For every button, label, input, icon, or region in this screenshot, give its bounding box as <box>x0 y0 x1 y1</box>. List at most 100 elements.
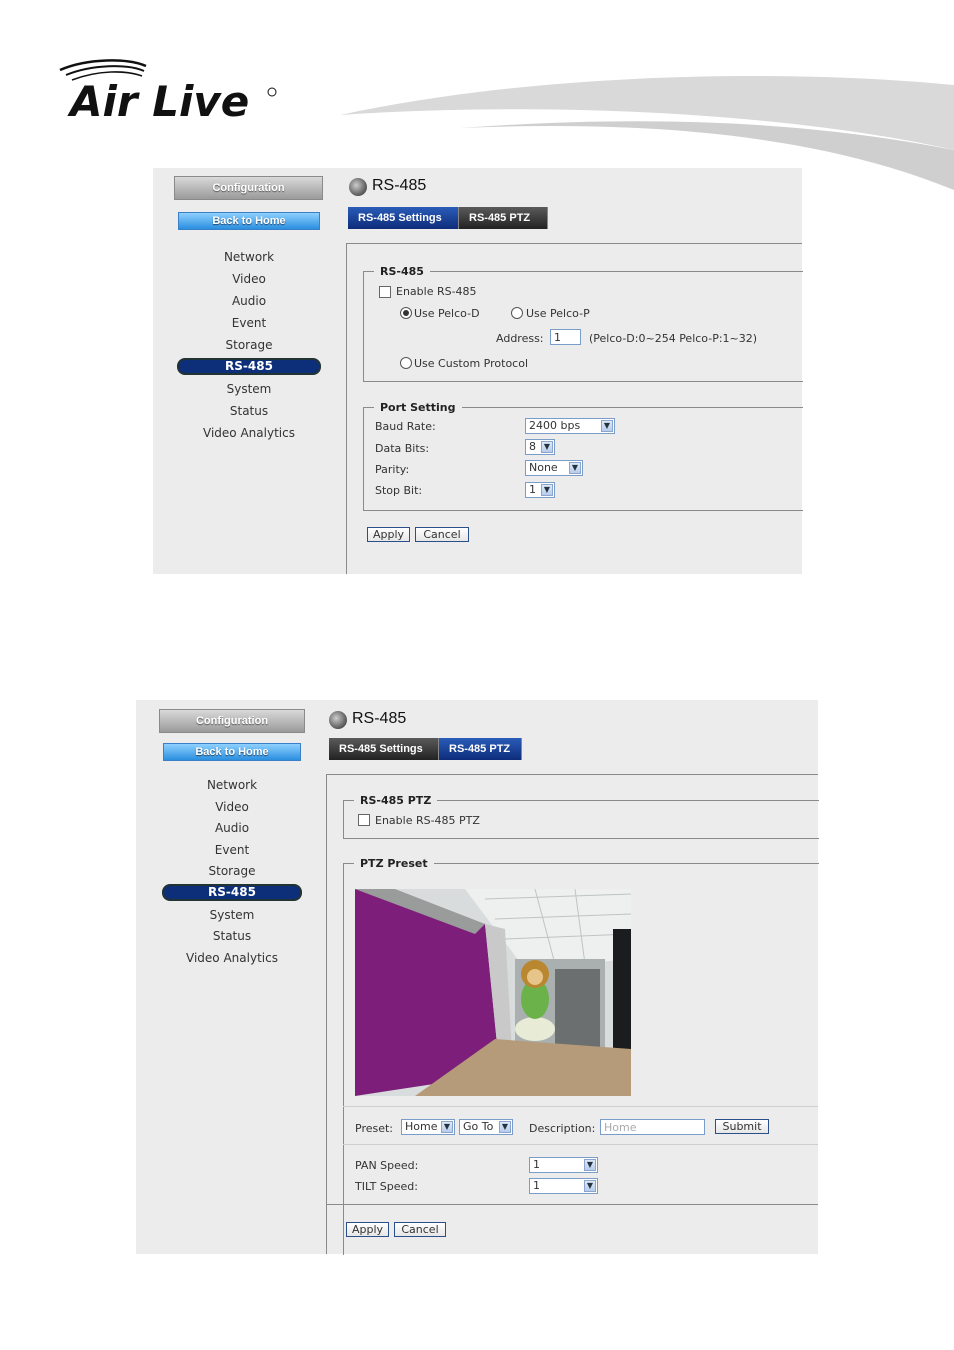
tab-rs485-ptz[interactable]: RS-485 PTZ <box>439 738 522 760</box>
preset-select[interactable]: Home ▼ <box>401 1119 455 1135</box>
apply-button[interactable]: Apply <box>346 1222 389 1237</box>
sidebar-nav: Network Video Audio Event Storage RS-485… <box>177 246 321 444</box>
enable-rs485-checkbox[interactable] <box>379 286 391 298</box>
camera-preview <box>355 889 631 1096</box>
content-top-border <box>346 243 802 244</box>
address-input[interactable]: 1 <box>550 329 581 345</box>
tab-rs485-settings[interactable]: RS-485 Settings <box>329 738 439 760</box>
content-divider <box>326 774 327 1254</box>
stop-bit-select[interactable]: 1 ▼ <box>525 482 555 498</box>
page-title: RS-485 <box>372 177 427 194</box>
sidebar-item-system[interactable]: System <box>162 904 302 926</box>
tilt-speed-value: 1 <box>533 1179 540 1192</box>
chevron-down-icon: ▼ <box>569 462 581 474</box>
tilt-speed-select[interactable]: 1 ▼ <box>529 1178 598 1194</box>
buttons-divider <box>326 1204 818 1205</box>
rs485-ptz-panel: Configuration Back to Home Network Video… <box>136 700 819 1255</box>
address-label: Address: <box>496 332 544 345</box>
camera-icon <box>349 178 367 196</box>
sidebar-item-network[interactable]: Network <box>162 775 302 796</box>
sidebar-item-system[interactable]: System <box>177 378 321 400</box>
tilt-speed-label: TILT Speed: <box>355 1180 418 1193</box>
pelco-p-radio[interactable] <box>511 307 523 319</box>
sidebar-item-video-analytics[interactable]: Video Analytics <box>162 947 302 969</box>
svg-text:Air Live: Air Live <box>67 77 249 126</box>
data-bits-select[interactable]: 8 ▼ <box>525 439 555 455</box>
chevron-down-icon: ▼ <box>541 484 553 496</box>
chevron-down-icon: ▼ <box>601 420 613 432</box>
sidebar-item-network[interactable]: Network <box>177 246 321 268</box>
parity-label: Parity: <box>375 463 410 476</box>
pelco-d-radio[interactable] <box>400 307 412 319</box>
preset-value: Home <box>405 1120 438 1133</box>
back-to-home-button[interactable]: Back to Home <box>178 212 320 230</box>
sidebar-item-rs485[interactable]: RS-485 <box>162 884 302 901</box>
parity-value: None <box>529 461 558 474</box>
stop-bit-label: Stop Bit: <box>375 484 423 497</box>
pelco-p-label: Use Pelco-P <box>526 307 590 320</box>
sidebar-item-audio[interactable]: Audio <box>162 818 302 839</box>
configuration-button[interactable]: Configuration <box>159 709 305 733</box>
baud-rate-value: 2400 bps <box>529 419 581 432</box>
pan-speed-label: PAN Speed: <box>355 1159 419 1172</box>
airlive-logo: Air Live <box>59 59 277 126</box>
chevron-down-icon: ▼ <box>584 1180 596 1192</box>
page-title: RS-485 <box>352 710 407 727</box>
preset-label: Preset: <box>355 1122 394 1135</box>
stop-bit-value: 1 <box>529 483 536 496</box>
custom-protocol-radio[interactable] <box>400 357 412 369</box>
sidebar-item-video[interactable]: Video <box>177 268 321 290</box>
baud-rate-label: Baud Rate: <box>375 420 436 433</box>
speed-divider <box>343 1144 818 1145</box>
back-to-home-button[interactable]: Back to Home <box>163 743 301 761</box>
rs485-ptz-legend: RS-485 PTZ <box>360 794 432 807</box>
chevron-down-icon: ▼ <box>499 1121 511 1133</box>
port-setting-legend: Port Setting <box>380 401 456 414</box>
rs485-legend: RS-485 <box>380 265 424 278</box>
address-hint: (Pelco-D:0~254 Pelco-P:1~32) <box>589 332 758 345</box>
content-divider <box>346 243 347 574</box>
custom-protocol-label: Use Custom Protocol <box>414 357 529 370</box>
sidebar-item-audio[interactable]: Audio <box>177 290 321 312</box>
sidebar-nav: Network Video Audio Event Storage RS-485… <box>162 775 302 969</box>
configuration-button[interactable]: Configuration <box>174 176 323 200</box>
pan-speed-value: 1 <box>533 1158 540 1171</box>
goto-select[interactable]: Go To ▼ <box>459 1119 513 1135</box>
pan-speed-select[interactable]: 1 ▼ <box>529 1157 598 1173</box>
camera-icon <box>329 711 347 729</box>
enable-rs485-label: Enable RS-485 <box>396 285 477 298</box>
cancel-button[interactable]: Cancel <box>394 1222 446 1237</box>
rs485-settings-panel: Configuration Back to Home Network Video… <box>153 168 803 574</box>
goto-value: Go To <box>463 1120 494 1133</box>
sidebar-item-storage[interactable]: Storage <box>177 334 321 356</box>
tab-bar: RS-485 Settings RS-485 PTZ <box>329 738 522 760</box>
preset-divider <box>343 1106 818 1107</box>
baud-rate-select[interactable]: 2400 bps ▼ <box>525 418 615 434</box>
tab-bar: RS-485 Settings RS-485 PTZ <box>348 207 548 229</box>
sidebar-item-video-analytics[interactable]: Video Analytics <box>177 422 321 444</box>
sidebar-item-storage[interactable]: Storage <box>162 861 302 882</box>
chevron-down-icon: ▼ <box>541 441 553 453</box>
sidebar-item-rs485[interactable]: RS-485 <box>177 358 321 375</box>
sidebar-item-event[interactable]: Event <box>162 839 302 861</box>
parity-select[interactable]: None ▼ <box>525 460 583 476</box>
content-top-border <box>326 774 818 775</box>
data-bits-value: 8 <box>529 440 536 453</box>
tab-rs485-settings[interactable]: RS-485 Settings <box>348 207 459 229</box>
cancel-button[interactable]: Cancel <box>415 527 469 542</box>
data-bits-label: Data Bits: <box>375 442 430 455</box>
enable-rs485-ptz-checkbox[interactable] <box>358 814 370 826</box>
submit-button[interactable]: Submit <box>715 1119 769 1134</box>
sidebar-item-video[interactable]: Video <box>162 796 302 818</box>
description-input[interactable]: Home <box>600 1119 705 1135</box>
pelco-d-label: Use Pelco-D <box>414 307 480 320</box>
sidebar-item-event[interactable]: Event <box>177 312 321 334</box>
sidebar-item-status[interactable]: Status <box>177 400 321 422</box>
chevron-down-icon: ▼ <box>584 1159 596 1171</box>
ptz-preset-legend: PTZ Preset <box>360 857 428 870</box>
sidebar-item-status[interactable]: Status <box>162 926 302 947</box>
tab-rs485-ptz[interactable]: RS-485 PTZ <box>459 207 548 229</box>
description-label: Description: <box>529 1122 596 1135</box>
apply-button[interactable]: Apply <box>367 527 410 542</box>
enable-rs485-ptz-label: Enable RS-485 PTZ <box>375 814 480 827</box>
